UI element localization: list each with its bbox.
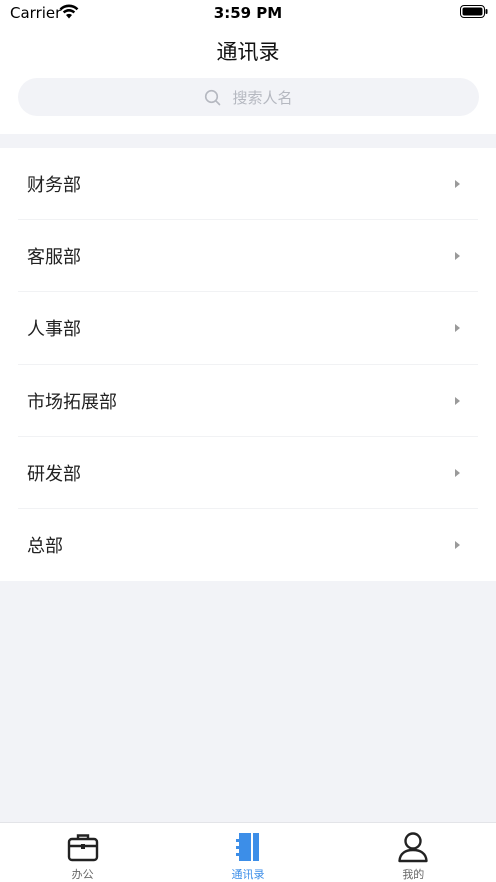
status-bar: Carrier 3:59 PM (0, 0, 496, 26)
tab-label: 通讯录 (231, 868, 265, 881)
department-label: 市场拓展部 (27, 391, 117, 413)
tab-label: 我的 (402, 868, 425, 881)
department-label: 总部 (27, 536, 63, 558)
department-label: 研发部 (27, 463, 81, 485)
chevron-right-icon (455, 468, 460, 477)
chevron-right-icon (455, 541, 460, 550)
battery-icon (460, 5, 488, 18)
department-item-headquarters[interactable]: 总部 (0, 509, 496, 581)
contacts-book-icon (235, 833, 259, 861)
department-item-customer-service[interactable]: 客服部 (0, 220, 496, 293)
chevron-right-icon (455, 252, 460, 261)
tab-label: 办公 (71, 868, 94, 881)
tab-mine[interactable]: 我的 (331, 823, 496, 882)
department-item-market-expansion[interactable]: 市场拓展部 (0, 365, 496, 437)
section-divider (0, 134, 496, 148)
tab-office[interactable]: 办公 (0, 823, 165, 882)
department-label: 客服部 (27, 247, 81, 269)
person-icon (398, 832, 429, 863)
chevron-right-icon (455, 396, 460, 405)
search-placeholder: 搜索人名 (232, 88, 293, 107)
department-item-rnd[interactable]: 研发部 (0, 437, 496, 510)
department-label: 人事部 (27, 319, 81, 341)
tab-contacts[interactable]: 通讯录 (165, 823, 330, 882)
chevron-right-icon (455, 324, 460, 333)
status-time: 3:59 PM (213, 4, 283, 22)
department-label: 财务部 (27, 175, 81, 197)
search-icon (205, 89, 221, 105)
department-item-finance[interactable]: 财务部 (0, 148, 496, 221)
tab-bar: 办公 通讯录 我的 (0, 822, 496, 882)
briefcase-icon (67, 834, 98, 862)
chevron-right-icon (455, 180, 460, 189)
department-list: 财务部 客服部 人事部 市场拓展部 研发部 总部 (0, 148, 496, 581)
page-title: 通讯录 (216, 40, 280, 64)
search-input[interactable]: 搜索人名 (18, 78, 479, 116)
department-item-hr[interactable]: 人事部 (0, 292, 496, 365)
